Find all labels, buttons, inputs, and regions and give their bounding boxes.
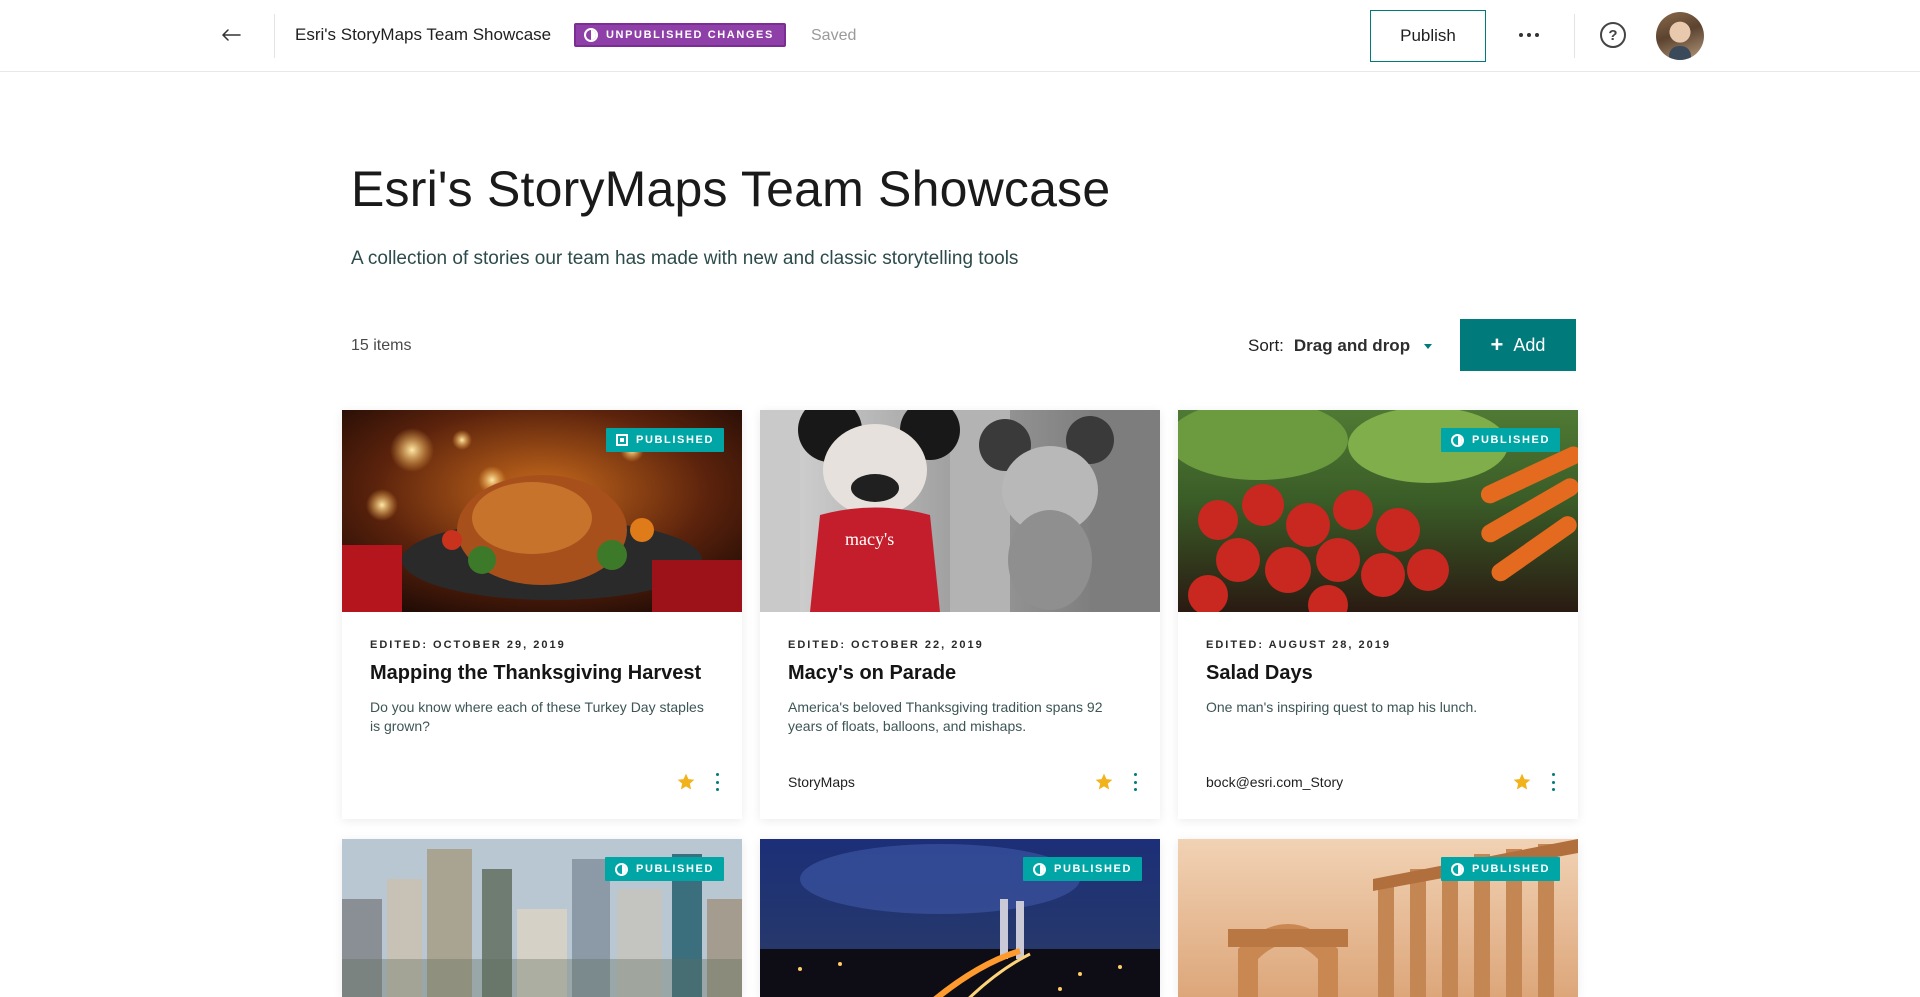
top-bar: Esri's StoryMaps Team Showcase UNPUBLISH… <box>0 0 1920 72</box>
story-card[interactable]: PUBLISHED <box>760 839 1160 997</box>
card-author: StoryMaps <box>788 774 855 790</box>
published-badge-label: PUBLISHED <box>1054 863 1132 875</box>
published-badge: PUBLISHED <box>1441 428 1560 452</box>
sort-dropdown[interactable]: Drag and drop <box>1293 336 1433 356</box>
card-author: bock@esri.com_Story <box>1206 774 1344 790</box>
caret-down-icon <box>1424 343 1433 349</box>
svg-text:macy's: macy's <box>845 529 894 549</box>
card-menu-icon[interactable] <box>1132 773 1138 791</box>
edited-date: EDITED: OCTOBER 29, 2019 <box>370 639 566 651</box>
parade-balloons-image: macy's <box>760 410 1160 612</box>
half-circle-icon <box>1451 862 1465 876</box>
half-circle-icon <box>615 862 629 876</box>
avatar[interactable] <box>1656 12 1704 60</box>
unpublished-changes-badge: UNPUBLISHED CHANGES <box>574 23 786 47</box>
sort-label: Sort: <box>1248 336 1284 355</box>
help-icon[interactable]: ? <box>1600 22 1626 48</box>
divider <box>1574 14 1575 58</box>
published-badge: PUBLISHED <box>1023 857 1142 881</box>
published-badge: PUBLISHED <box>1441 857 1560 881</box>
card-title[interactable]: Mapping the Thanksgiving Harvest <box>370 662 714 685</box>
grid-icon <box>616 434 629 446</box>
saved-status: Saved <box>811 27 857 44</box>
card-menu-icon[interactable] <box>714 773 720 791</box>
sort-control: Sort: Drag and drop <box>1248 336 1433 356</box>
plus-icon: + <box>1490 332 1504 357</box>
page-subtitle: A collection of stories our team has mad… <box>351 248 1019 269</box>
edited-date: EDITED: AUGUST 28, 2019 <box>1206 639 1391 651</box>
items-count: 15 items <box>351 337 412 354</box>
half-circle-icon <box>584 28 598 42</box>
story-card[interactable]: PUBLISHED EDITED: OCTOBER 29, 2019 Mappi… <box>342 410 742 819</box>
card-thumbnail[interactable]: PUBLISHED <box>1178 410 1578 612</box>
story-card[interactable]: PUBLISHED EDITED: AUGUST 28, 2019 Salad … <box>1178 410 1578 819</box>
story-card[interactable]: PUBLISHED <box>342 839 742 997</box>
card-thumbnail[interactable]: PUBLISHED <box>1178 839 1578 997</box>
star-icon[interactable] <box>1094 772 1114 792</box>
card-thumbnail[interactable]: PUBLISHED <box>342 839 742 997</box>
publish-button[interactable]: Publish <box>1370 10 1486 62</box>
half-circle-icon <box>1033 862 1047 876</box>
published-badge: PUBLISHED <box>606 428 724 452</box>
card-description: One man's inspiring quest to map his lun… <box>1206 699 1478 715</box>
card-menu-icon[interactable] <box>1550 773 1556 791</box>
back-arrow-icon[interactable] <box>218 22 244 48</box>
unpublished-badge-label: UNPUBLISHED CHANGES <box>606 29 774 41</box>
published-badge-label: PUBLISHED <box>636 863 714 875</box>
card-title[interactable]: Macy's on Parade <box>788 662 1132 685</box>
card-thumbnail[interactable]: PUBLISHED <box>342 410 742 612</box>
card-description: America's beloved Thanksgiving tradition… <box>788 699 1103 734</box>
published-badge-label: PUBLISHED <box>1472 863 1550 875</box>
published-badge-label: PUBLISHED <box>636 434 714 446</box>
story-card[interactable]: macy's EDITED: OCTOBER 22, 2019 Macy's o… <box>760 410 1160 819</box>
published-badge: PUBLISHED <box>605 857 724 881</box>
sort-value: Drag and drop <box>1293 336 1411 355</box>
divider <box>274 14 275 58</box>
published-badge-label: PUBLISHED <box>1472 434 1550 446</box>
more-options-icon[interactable] <box>1512 20 1546 50</box>
star-icon[interactable] <box>676 772 696 792</box>
card-description: Do you know where each of these Turkey D… <box>370 699 704 734</box>
card-thumbnail[interactable]: macy's <box>760 410 1160 612</box>
card-title[interactable]: Salad Days <box>1206 662 1550 685</box>
half-circle-icon <box>1451 433 1465 447</box>
add-label: Add <box>1513 334 1546 355</box>
edited-date: EDITED: OCTOBER 22, 2019 <box>788 639 984 651</box>
add-button[interactable]: + Add <box>1460 319 1576 371</box>
star-icon[interactable] <box>1512 772 1532 792</box>
card-thumbnail[interactable]: PUBLISHED <box>760 839 1160 997</box>
page-title: Esri's StoryMaps Team Showcase <box>351 161 1111 217</box>
story-title: Esri's StoryMaps Team Showcase <box>295 25 552 44</box>
story-card[interactable]: PUBLISHED <box>1178 839 1578 997</box>
